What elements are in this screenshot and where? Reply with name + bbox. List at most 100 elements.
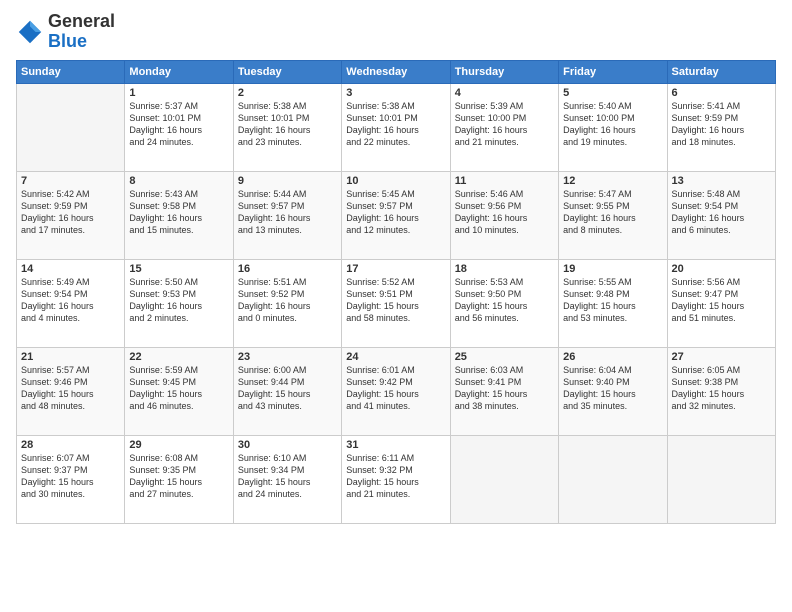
day-info: Sunrise: 6:03 AMSunset: 9:41 PMDaylight:…	[455, 364, 554, 413]
calendar-cell: 31Sunrise: 6:11 AMSunset: 9:32 PMDayligh…	[342, 435, 450, 523]
day-number: 27	[672, 351, 771, 363]
day-number: 20	[672, 263, 771, 275]
column-header-wednesday: Wednesday	[342, 60, 450, 83]
calendar-cell: 19Sunrise: 5:55 AMSunset: 9:48 PMDayligh…	[559, 259, 667, 347]
day-number: 19	[563, 263, 662, 275]
day-number: 7	[21, 175, 120, 187]
calendar-cell: 18Sunrise: 5:53 AMSunset: 9:50 PMDayligh…	[450, 259, 558, 347]
calendar-week-4: 21Sunrise: 5:57 AMSunset: 9:46 PMDayligh…	[17, 347, 776, 435]
day-info: Sunrise: 5:51 AMSunset: 9:52 PMDaylight:…	[238, 276, 337, 325]
day-number: 24	[346, 351, 445, 363]
calendar-cell: 16Sunrise: 5:51 AMSunset: 9:52 PMDayligh…	[233, 259, 341, 347]
calendar-week-5: 28Sunrise: 6:07 AMSunset: 9:37 PMDayligh…	[17, 435, 776, 523]
day-info: Sunrise: 6:08 AMSunset: 9:35 PMDaylight:…	[129, 452, 228, 501]
calendar-cell: 6Sunrise: 5:41 AMSunset: 9:59 PMDaylight…	[667, 83, 775, 171]
day-number: 9	[238, 175, 337, 187]
calendar-cell: 15Sunrise: 5:50 AMSunset: 9:53 PMDayligh…	[125, 259, 233, 347]
day-info: Sunrise: 5:49 AMSunset: 9:54 PMDaylight:…	[21, 276, 120, 325]
day-info: Sunrise: 5:50 AMSunset: 9:53 PMDaylight:…	[129, 276, 228, 325]
day-info: Sunrise: 6:04 AMSunset: 9:40 PMDaylight:…	[563, 364, 662, 413]
calendar-cell: 27Sunrise: 6:05 AMSunset: 9:38 PMDayligh…	[667, 347, 775, 435]
day-info: Sunrise: 6:05 AMSunset: 9:38 PMDaylight:…	[672, 364, 771, 413]
calendar-cell: 28Sunrise: 6:07 AMSunset: 9:37 PMDayligh…	[17, 435, 125, 523]
day-number: 26	[563, 351, 662, 363]
calendar-table: SundayMondayTuesdayWednesdayThursdayFrid…	[16, 60, 776, 524]
day-info: Sunrise: 5:42 AMSunset: 9:59 PMDaylight:…	[21, 188, 120, 237]
logo-text: GeneralBlue	[48, 12, 115, 52]
calendar-cell	[450, 435, 558, 523]
calendar-cell: 25Sunrise: 6:03 AMSunset: 9:41 PMDayligh…	[450, 347, 558, 435]
calendar-cell: 8Sunrise: 5:43 AMSunset: 9:58 PMDaylight…	[125, 171, 233, 259]
day-number: 13	[672, 175, 771, 187]
calendar-cell: 10Sunrise: 5:45 AMSunset: 9:57 PMDayligh…	[342, 171, 450, 259]
calendar-cell: 13Sunrise: 5:48 AMSunset: 9:54 PMDayligh…	[667, 171, 775, 259]
header: GeneralBlue	[16, 12, 776, 52]
calendar-cell: 24Sunrise: 6:01 AMSunset: 9:42 PMDayligh…	[342, 347, 450, 435]
column-header-monday: Monday	[125, 60, 233, 83]
day-number: 31	[346, 439, 445, 451]
day-number: 14	[21, 263, 120, 275]
calendar-week-3: 14Sunrise: 5:49 AMSunset: 9:54 PMDayligh…	[17, 259, 776, 347]
column-header-sunday: Sunday	[17, 60, 125, 83]
calendar-cell: 12Sunrise: 5:47 AMSunset: 9:55 PMDayligh…	[559, 171, 667, 259]
day-number: 4	[455, 87, 554, 99]
day-number: 15	[129, 263, 228, 275]
day-number: 23	[238, 351, 337, 363]
day-info: Sunrise: 6:00 AMSunset: 9:44 PMDaylight:…	[238, 364, 337, 413]
day-number: 22	[129, 351, 228, 363]
day-info: Sunrise: 6:07 AMSunset: 9:37 PMDaylight:…	[21, 452, 120, 501]
day-info: Sunrise: 5:47 AMSunset: 9:55 PMDaylight:…	[563, 188, 662, 237]
calendar-cell: 21Sunrise: 5:57 AMSunset: 9:46 PMDayligh…	[17, 347, 125, 435]
column-header-saturday: Saturday	[667, 60, 775, 83]
day-info: Sunrise: 5:55 AMSunset: 9:48 PMDaylight:…	[563, 276, 662, 325]
day-number: 16	[238, 263, 337, 275]
day-info: Sunrise: 5:39 AMSunset: 10:00 PMDaylight…	[455, 100, 554, 149]
day-number: 12	[563, 175, 662, 187]
calendar-cell: 14Sunrise: 5:49 AMSunset: 9:54 PMDayligh…	[17, 259, 125, 347]
day-info: Sunrise: 5:59 AMSunset: 9:45 PMDaylight:…	[129, 364, 228, 413]
calendar-week-1: 1Sunrise: 5:37 AMSunset: 10:01 PMDayligh…	[17, 83, 776, 171]
day-number: 3	[346, 87, 445, 99]
day-number: 5	[563, 87, 662, 99]
calendar-cell: 26Sunrise: 6:04 AMSunset: 9:40 PMDayligh…	[559, 347, 667, 435]
day-info: Sunrise: 5:46 AMSunset: 9:56 PMDaylight:…	[455, 188, 554, 237]
day-info: Sunrise: 5:38 AMSunset: 10:01 PMDaylight…	[238, 100, 337, 149]
day-info: Sunrise: 5:45 AMSunset: 9:57 PMDaylight:…	[346, 188, 445, 237]
day-number: 10	[346, 175, 445, 187]
day-info: Sunrise: 5:40 AMSunset: 10:00 PMDaylight…	[563, 100, 662, 149]
calendar-week-2: 7Sunrise: 5:42 AMSunset: 9:59 PMDaylight…	[17, 171, 776, 259]
calendar-cell: 22Sunrise: 5:59 AMSunset: 9:45 PMDayligh…	[125, 347, 233, 435]
column-header-tuesday: Tuesday	[233, 60, 341, 83]
calendar-cell	[559, 435, 667, 523]
day-info: Sunrise: 5:48 AMSunset: 9:54 PMDaylight:…	[672, 188, 771, 237]
day-info: Sunrise: 6:10 AMSunset: 9:34 PMDaylight:…	[238, 452, 337, 501]
calendar-cell: 3Sunrise: 5:38 AMSunset: 10:01 PMDayligh…	[342, 83, 450, 171]
calendar-cell: 11Sunrise: 5:46 AMSunset: 9:56 PMDayligh…	[450, 171, 558, 259]
day-info: Sunrise: 5:57 AMSunset: 9:46 PMDaylight:…	[21, 364, 120, 413]
column-header-friday: Friday	[559, 60, 667, 83]
day-info: Sunrise: 5:37 AMSunset: 10:01 PMDaylight…	[129, 100, 228, 149]
day-number: 8	[129, 175, 228, 187]
day-number: 1	[129, 87, 228, 99]
column-header-thursday: Thursday	[450, 60, 558, 83]
calendar-cell	[17, 83, 125, 171]
calendar-cell: 17Sunrise: 5:52 AMSunset: 9:51 PMDayligh…	[342, 259, 450, 347]
calendar-cell: 23Sunrise: 6:00 AMSunset: 9:44 PMDayligh…	[233, 347, 341, 435]
day-info: Sunrise: 5:44 AMSunset: 9:57 PMDaylight:…	[238, 188, 337, 237]
day-number: 28	[21, 439, 120, 451]
day-number: 18	[455, 263, 554, 275]
day-number: 17	[346, 263, 445, 275]
day-number: 6	[672, 87, 771, 99]
calendar-cell: 5Sunrise: 5:40 AMSunset: 10:00 PMDayligh…	[559, 83, 667, 171]
day-number: 2	[238, 87, 337, 99]
day-info: Sunrise: 5:56 AMSunset: 9:47 PMDaylight:…	[672, 276, 771, 325]
calendar-cell: 20Sunrise: 5:56 AMSunset: 9:47 PMDayligh…	[667, 259, 775, 347]
day-info: Sunrise: 6:01 AMSunset: 9:42 PMDaylight:…	[346, 364, 445, 413]
logo: GeneralBlue	[16, 12, 115, 52]
page: GeneralBlue SundayMondayTuesdayWednesday…	[0, 0, 792, 612]
day-number: 25	[455, 351, 554, 363]
day-info: Sunrise: 5:52 AMSunset: 9:51 PMDaylight:…	[346, 276, 445, 325]
day-info: Sunrise: 5:41 AMSunset: 9:59 PMDaylight:…	[672, 100, 771, 149]
calendar-cell: 1Sunrise: 5:37 AMSunset: 10:01 PMDayligh…	[125, 83, 233, 171]
logo-icon	[16, 18, 44, 46]
